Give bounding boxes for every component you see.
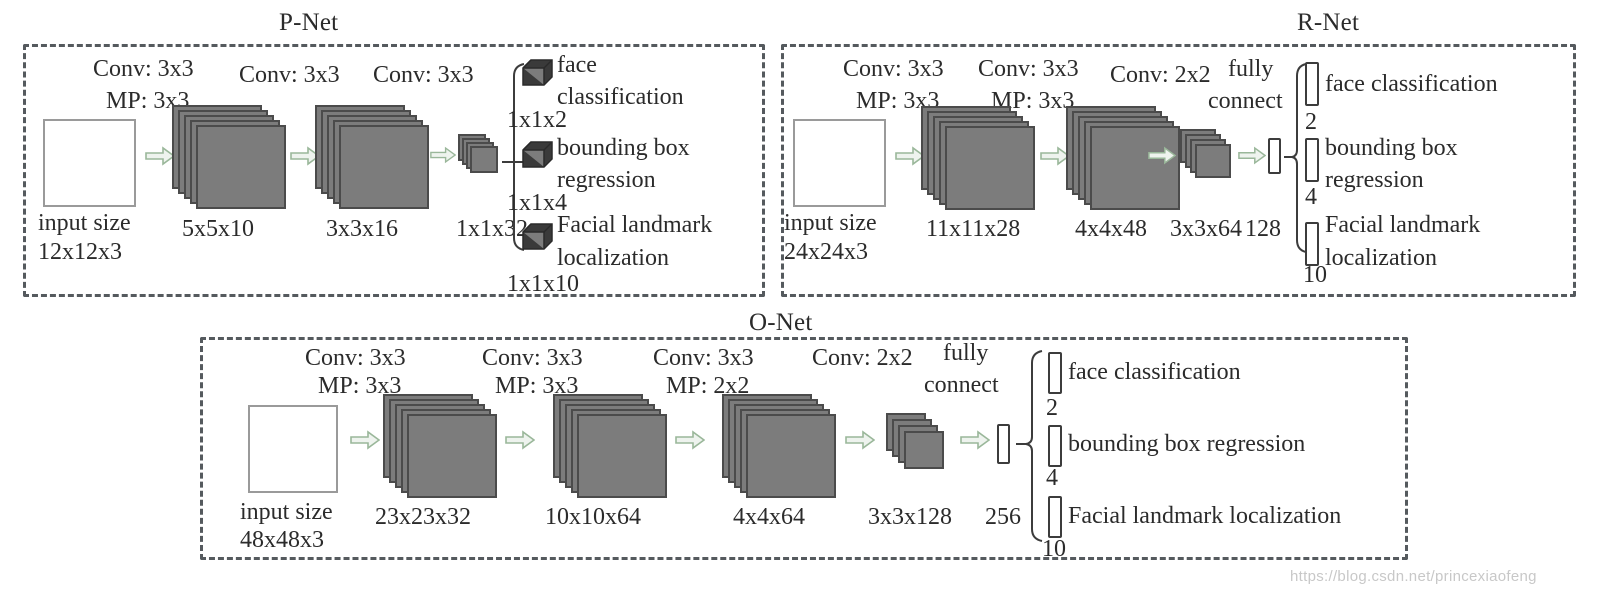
o-net-output-label-1: face classification (1068, 359, 1241, 385)
o-net-feature-map-label-1: 23x23x32 (375, 504, 471, 530)
r-net-output-dims-2: 4 (1305, 184, 1317, 210)
r-net-title: R-Net (1290, 10, 1367, 35)
o-net-feature-map-1 (383, 394, 497, 499)
r-net-feature-map-label-2: 4x4x48 (1075, 216, 1147, 242)
o-net-feature-map-3 (722, 394, 836, 499)
p-net-output-label-1-line2: classification (557, 84, 684, 110)
o-net-output-dims-3: 10 (1042, 536, 1066, 562)
r-net-connect-label: connect (1208, 88, 1283, 114)
r-net-fc-label: 128 (1245, 216, 1281, 242)
p-net-output-cube-face-classification (521, 57, 555, 87)
o-net-fc-bar (997, 424, 1010, 464)
r-net-output-label-3-line2: localization (1325, 245, 1437, 271)
p-net-output-cube-bounding-box-regression (521, 139, 555, 169)
r-net-output-bar-facial-landmark-localization (1305, 222, 1319, 266)
o-net-arrow-2 (505, 430, 535, 450)
o-net-arrow-1 (350, 430, 380, 450)
o-net-conv-label-1: Conv: 3x3 (305, 345, 406, 371)
p-net-output-label-2-line2: regression (557, 167, 656, 193)
p-net-output-label-2-line1: bounding box (557, 135, 690, 161)
r-net-arrow-3 (1148, 146, 1176, 165)
r-net-input-label-line1: input size (784, 210, 877, 236)
o-net-arrow-4 (845, 430, 875, 450)
r-net-output-label-2-line1: bounding box (1325, 135, 1458, 161)
r-net-arrow-4 (1238, 146, 1266, 165)
p-net-output-label-3-line2: localization (557, 245, 669, 271)
r-net-input-image (793, 119, 886, 207)
p-net-input-image (43, 119, 136, 207)
p-net-feature-map-1 (172, 105, 286, 210)
o-net-input-label-line2: 48x48x3 (240, 527, 324, 553)
o-net-conv-label-3: Conv: 3x3 (653, 345, 754, 371)
p-net-output-label-1-line1: face (557, 52, 597, 78)
o-net-arrow-5 (960, 430, 990, 450)
o-net-branch-brace (1016, 348, 1048, 544)
o-net-feature-map-4 (886, 413, 948, 473)
o-net-arrow-3 (675, 430, 705, 450)
p-net-output-cube-facial-landmark-localization (521, 221, 555, 251)
o-net-output-bar-bounding-box-regression (1048, 425, 1062, 467)
p-net-arrow-1 (145, 146, 175, 166)
p-net-input-label-line2: 12x12x3 (38, 239, 122, 265)
o-net-conv-label-2: Conv: 3x3 (482, 345, 583, 371)
p-net-conv-label-1: Conv: 3x3 (93, 56, 194, 82)
p-net-conv-label-2: Conv: 3x3 (239, 62, 340, 88)
r-net-output-label-2-line2: regression (1325, 167, 1424, 193)
r-net-output-bar-bounding-box-regression (1305, 138, 1319, 182)
o-net-output-dims-2: 4 (1046, 465, 1058, 491)
o-net-feature-map-label-2: 10x10x64 (545, 504, 641, 530)
r-net-feature-map-1 (921, 106, 1035, 211)
p-net-output-label-3-line1: Facial landmark (557, 212, 713, 238)
p-net-feature-map-2 (315, 105, 429, 210)
r-net-output-label-1: face classification (1325, 71, 1498, 97)
o-net-title: O-Net (742, 310, 820, 335)
o-net-output-label-2: bounding box regression (1068, 431, 1306, 457)
o-net-feature-map-label-4: 3x3x128 (868, 504, 952, 530)
o-net-input-label-line1: input size (240, 499, 333, 525)
o-net-connect-label: connect (924, 372, 999, 398)
o-net-fully-label: fully (943, 340, 989, 366)
r-net-input-label-line2: 24x24x3 (784, 239, 868, 265)
r-net-output-bar-face-classification (1305, 62, 1319, 106)
o-net-output-label-3: Facial landmark localization (1068, 503, 1342, 529)
p-net-output-dims-1: 1x1x2 (507, 107, 567, 133)
r-net-conv-label-1: Conv: 3x3 (843, 56, 944, 82)
r-net-fc-bar (1268, 138, 1281, 174)
r-net-fully-label: fully (1228, 56, 1274, 82)
o-net-output-dims-1: 2 (1046, 395, 1058, 421)
r-net-conv-label-2: Conv: 3x3 (978, 56, 1079, 82)
p-net-feature-map-3 (458, 134, 504, 180)
p-net-arrow-3 (430, 146, 456, 164)
p-net-output-dims-3: 1x1x10 (507, 271, 579, 297)
r-net-output-label-3-line1: Facial landmark (1325, 212, 1481, 238)
p-net-feature-map-label-2: 3x3x16 (326, 216, 398, 242)
o-net-output-bar-facial-landmark-localization (1048, 496, 1062, 538)
o-net-output-bar-face-classification (1048, 352, 1062, 394)
watermark-text: https://blog.csdn.net/princexiaofeng (1290, 568, 1537, 585)
p-net-input-label-line1: input size (38, 210, 131, 236)
o-net-feature-map-2 (553, 394, 667, 499)
r-net-feature-map-3 (1180, 129, 1236, 185)
o-net-conv-label-4: Conv: 2x2 (812, 345, 913, 371)
o-net-feature-map-label-3: 4x4x64 (733, 504, 805, 530)
p-net-feature-map-label-1: 5x5x10 (182, 216, 254, 242)
p-net-title: P-Net (272, 10, 346, 35)
r-net-feature-map-label-1: 11x11x28 (926, 216, 1021, 242)
r-net-output-dims-3: 10 (1303, 262, 1327, 288)
diagram-canvas: P-Net Conv: 3x3 MP: 3x3 Conv: 3x3 Conv: … (0, 0, 1600, 601)
r-net-output-dims-1: 2 (1305, 109, 1317, 135)
p-net-conv-label-3: Conv: 3x3 (373, 62, 474, 88)
o-net-input-image (248, 405, 338, 493)
r-net-conv-label-3: Conv: 2x2 (1110, 62, 1211, 88)
r-net-feature-map-label-3: 3x3x64 (1170, 216, 1242, 242)
